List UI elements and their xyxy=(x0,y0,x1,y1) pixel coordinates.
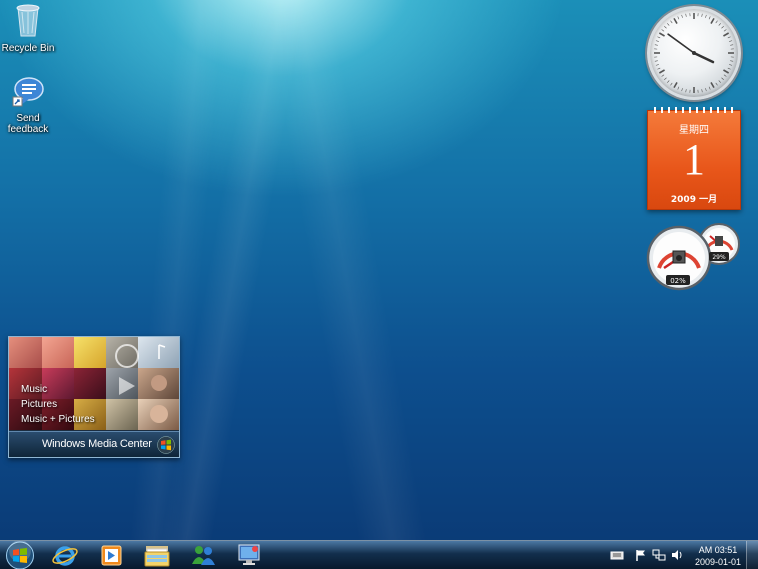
clock-tick xyxy=(710,82,715,89)
clock-tick xyxy=(701,13,703,17)
start-button[interactable] xyxy=(4,540,36,569)
clock-minute-hand xyxy=(667,33,695,54)
clock-tick xyxy=(708,86,711,90)
clock-tick xyxy=(655,64,659,66)
clock-tick xyxy=(661,29,665,32)
clock-tick xyxy=(685,13,687,17)
clock-face xyxy=(654,13,734,93)
remote-desktop-icon xyxy=(238,544,260,565)
clock-tick xyxy=(654,60,658,62)
taskbar-time: AM 03:51 xyxy=(698,545,738,555)
clock-tick xyxy=(718,80,721,83)
clock-tick xyxy=(667,23,670,26)
media-center-menu-music[interactable]: Music xyxy=(21,382,95,397)
calendar-day: 1 xyxy=(683,135,705,184)
clock-tick xyxy=(710,17,715,24)
clock-tick xyxy=(677,86,680,90)
cpu-meter-gadget[interactable]: 02% 29% xyxy=(646,222,742,292)
clock-tick xyxy=(729,40,733,42)
keyboard-icon[interactable] xyxy=(610,547,624,561)
clock-tick xyxy=(685,89,687,93)
taskbar-date: 2009-01-01 xyxy=(694,557,742,567)
clock-tick xyxy=(657,36,661,39)
volume-icon[interactable] xyxy=(670,547,684,561)
action-center-flag-icon[interactable] xyxy=(634,547,648,561)
taskbar: AM 03:51 2009-01-01 xyxy=(0,540,758,569)
internet-explorer-icon xyxy=(52,546,78,566)
clock-tick xyxy=(658,32,665,37)
cpu-percent: 02% xyxy=(670,277,686,285)
media-center-menu-music-pictures[interactable]: Music + Pictures xyxy=(21,412,95,427)
taskbar-messenger-button[interactable] xyxy=(186,542,220,569)
clock-tick xyxy=(715,20,718,24)
send-feedback-icon xyxy=(0,76,56,111)
taskbar-media-player-button[interactable] xyxy=(94,542,128,569)
recycle-bin-label: Recycle Bin xyxy=(1,43,55,54)
taskbar-clock[interactable]: AM 03:51 2009-01-01 xyxy=(690,544,746,568)
media-center-title: Windows Media Center xyxy=(42,438,152,450)
clock-tick xyxy=(658,69,665,74)
clock-tick xyxy=(721,26,724,29)
wallpaper-light-rays xyxy=(0,0,758,540)
send-feedback-shortcut[interactable]: Send feedback xyxy=(0,76,56,135)
clock-hour-hand xyxy=(692,51,715,64)
clock-tick xyxy=(654,44,658,46)
taskbar-remote-desktop-button[interactable] xyxy=(232,542,266,569)
taskbar-internet-explorer-button[interactable] xyxy=(48,542,82,569)
clock-tick xyxy=(705,88,707,92)
clock-tick xyxy=(681,14,683,18)
clock-tick xyxy=(661,74,665,77)
media-center-gadget[interactable]: Music Pictures Music + Pictures Windows … xyxy=(8,336,180,458)
clock-tick xyxy=(677,16,680,20)
folder-library-icon xyxy=(144,546,170,567)
recycle-bin-shortcut[interactable]: Recycle Bin xyxy=(0,2,56,54)
clock-tick xyxy=(730,44,734,46)
clock-tick xyxy=(657,67,661,70)
show-desktop-button[interactable] xyxy=(746,541,758,569)
send-feedback-label: Send feedback xyxy=(7,113,49,135)
clock-tick xyxy=(723,32,730,37)
calendar-weekday: 星期四 xyxy=(679,125,709,136)
taskbar-windows-explorer-button[interactable] xyxy=(140,542,174,569)
clock-tick xyxy=(667,80,670,83)
clock-tick xyxy=(681,88,683,92)
memory-percent: 29% xyxy=(712,254,726,261)
clock-tick xyxy=(708,16,711,20)
recycle-bin-icon xyxy=(0,2,56,41)
clock-tick xyxy=(715,82,718,86)
clock-tick xyxy=(723,74,727,77)
clock-tick xyxy=(721,77,724,80)
clock-tick xyxy=(705,14,707,18)
media-player-icon xyxy=(101,545,122,566)
clock-tick xyxy=(664,26,667,29)
calendar-gadget[interactable]: 星期四 1 2009 一月 xyxy=(647,107,741,210)
clock-tick xyxy=(664,77,667,80)
media-center-menu-pictures[interactable]: Pictures xyxy=(21,397,95,412)
windows-logo-icon xyxy=(157,436,175,454)
clock-tick xyxy=(723,29,727,32)
media-center-title-bar[interactable]: Windows Media Center xyxy=(9,431,179,457)
clock-tick xyxy=(655,40,659,42)
clock-tick xyxy=(701,89,703,93)
calendar-month-year: 2009 一月 xyxy=(670,195,718,205)
clock-tick xyxy=(723,69,730,74)
clock-gadget[interactable] xyxy=(647,6,741,100)
clock-tick xyxy=(673,82,678,89)
clock-tick xyxy=(730,60,734,62)
messenger-icon xyxy=(192,546,215,565)
clock-tick xyxy=(670,20,673,24)
clock-tick xyxy=(670,82,673,86)
clock-tick xyxy=(729,64,733,66)
clock-tick xyxy=(673,17,678,24)
clock-tick xyxy=(727,36,731,39)
clock-tick xyxy=(718,23,721,26)
clock-tick xyxy=(727,67,731,70)
network-icon[interactable] xyxy=(652,547,666,561)
media-center-menu: Music Pictures Music + Pictures xyxy=(21,382,95,427)
calendar-rings xyxy=(654,107,734,113)
